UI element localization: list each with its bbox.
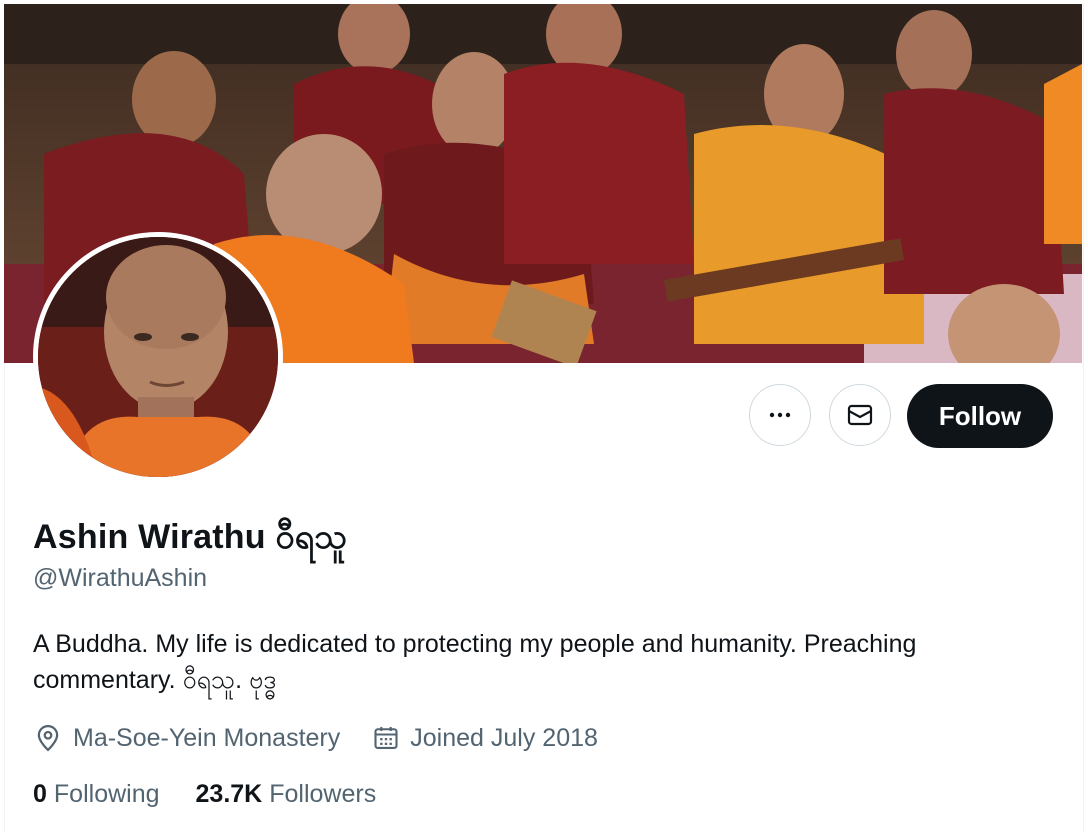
calendar-icon: [374, 726, 398, 749]
location-text: Ma-Soe-Yein Monastery: [73, 723, 341, 752]
profile-stats: 0 Following 23.7K Followers: [33, 777, 412, 811]
display-name: Ashin Wirathu ဝီရသူ: [33, 518, 348, 556]
following-count: 0: [33, 779, 47, 808]
more-options-button[interactable]: [749, 384, 811, 446]
followers-link[interactable]: 23.7K Followers: [196, 780, 377, 809]
message-button[interactable]: [829, 384, 891, 446]
followers-label: Followers: [269, 779, 377, 808]
following-link[interactable]: 0 Following: [33, 780, 160, 809]
avatar-image: [38, 237, 278, 477]
follow-button[interactable]: Follow: [907, 384, 1053, 448]
following-label: Following: [53, 779, 160, 808]
joined-text: Joined July 2018: [410, 723, 598, 752]
location-item: Ma-Soe-Yein Monastery: [33, 723, 340, 753]
profile-avatar[interactable]: [33, 232, 283, 482]
more-horizontal-icon: [769, 412, 791, 418]
location-pin-icon: [37, 724, 59, 752]
joined-item: Joined July 2018: [372, 724, 598, 753]
user-handle: @WirathuAshin: [33, 564, 208, 592]
profile-bio: A Buddha. My life is dedicated to protec…: [33, 630, 917, 694]
profile-meta: Ma-Soe-Yein Monastery Joined July 2018: [33, 720, 630, 756]
envelope-icon: [847, 404, 873, 426]
followers-count: 23.7K: [195, 779, 263, 808]
